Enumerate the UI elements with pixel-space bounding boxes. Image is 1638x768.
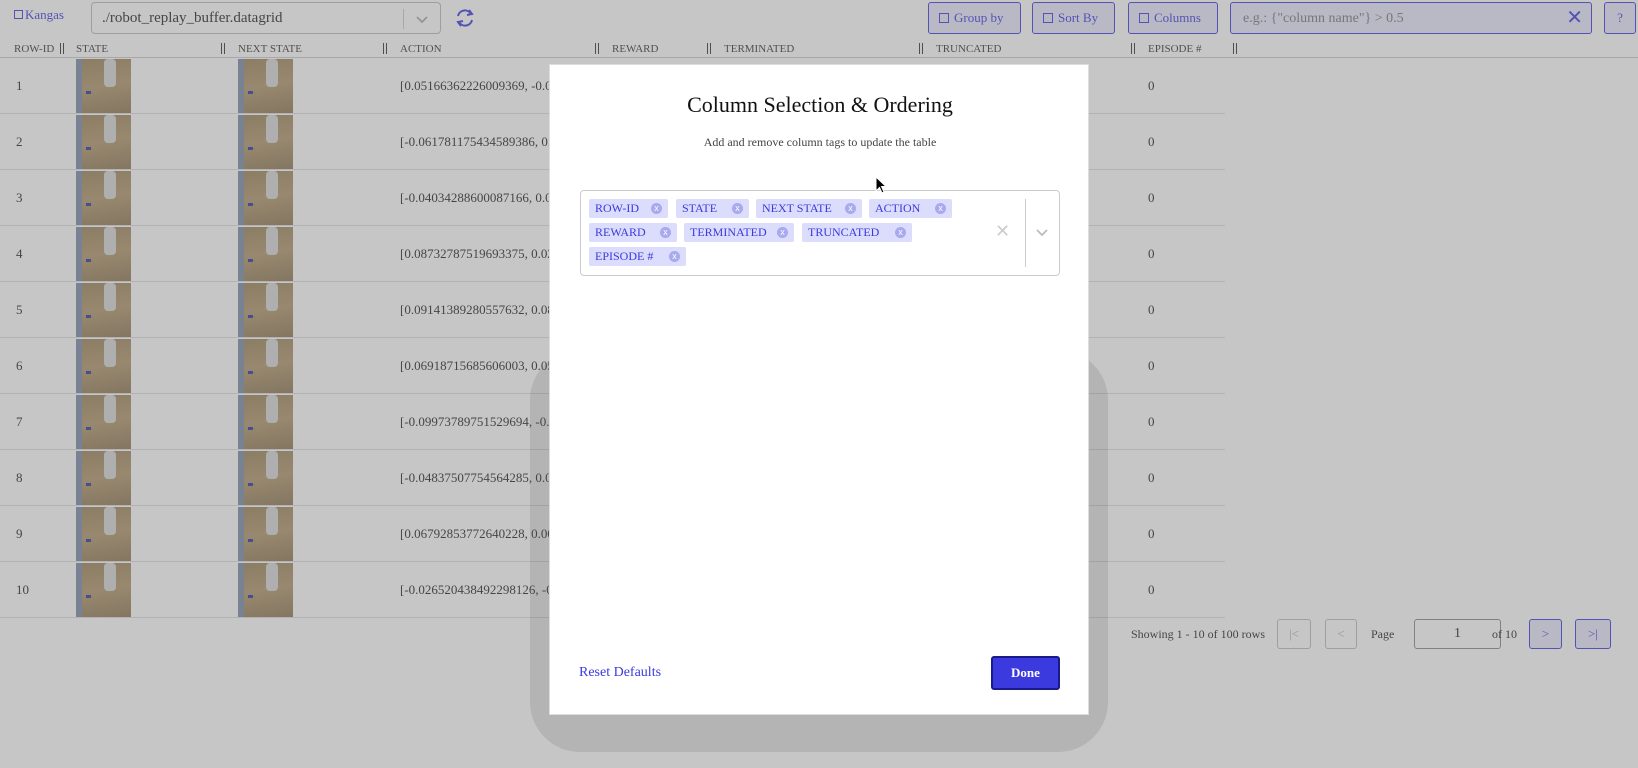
remove-tag-icon[interactable]: x: [895, 227, 906, 238]
column-tag-select[interactable]: ROW-ID x STATE x NEXT STATE x ACTION x REWAR…: [580, 190, 1060, 276]
column-tag[interactable]: ROW-ID x: [589, 199, 668, 218]
done-button[interactable]: Done: [991, 656, 1060, 690]
remove-tag-icon[interactable]: x: [660, 227, 671, 238]
remove-tag-icon[interactable]: x: [669, 251, 680, 262]
reset-defaults-link[interactable]: Reset Defaults: [579, 665, 661, 681]
column-selection-dialog: Column Selection & Ordering Add and remo…: [549, 64, 1089, 715]
mouse-cursor-icon: [875, 176, 887, 194]
remove-tag-icon[interactable]: x: [935, 203, 946, 214]
column-tag-label: ROW-ID: [595, 201, 639, 215]
remove-tag-icon[interactable]: x: [651, 203, 662, 214]
column-tag-label: REWARD: [595, 225, 646, 239]
column-tag[interactable]: TERMINATED x: [684, 223, 794, 242]
chevron-down-icon[interactable]: [1035, 225, 1049, 239]
column-tag[interactable]: TRUNCATED x: [802, 223, 912, 242]
dialog-title: Column Selection & Ordering: [687, 92, 953, 117]
column-tag-label: EPISODE #: [595, 249, 654, 263]
remove-tag-icon[interactable]: x: [845, 203, 856, 214]
column-tag[interactable]: EPISODE # x: [589, 247, 686, 266]
column-tag[interactable]: NEXT STATE x: [756, 199, 862, 218]
remove-tag-icon[interactable]: x: [777, 227, 788, 238]
column-tag[interactable]: STATE x: [676, 199, 749, 218]
column-tag-label: STATE: [682, 201, 718, 215]
column-tag-label: ACTION: [875, 201, 921, 215]
column-tag[interactable]: REWARD x: [589, 223, 677, 242]
column-tag-label: NEXT STATE: [762, 201, 832, 215]
remove-tag-icon[interactable]: x: [732, 203, 743, 214]
column-tag[interactable]: ACTION x: [869, 199, 952, 218]
column-tag-label: TRUNCATED: [808, 225, 880, 239]
dialog-subtitle: Add and remove column tags to update the…: [703, 135, 937, 149]
select-divider: [1025, 199, 1026, 267]
clear-all-icon[interactable]: ✕: [995, 221, 1010, 241]
column-tag-label: TERMINATED: [690, 225, 767, 239]
